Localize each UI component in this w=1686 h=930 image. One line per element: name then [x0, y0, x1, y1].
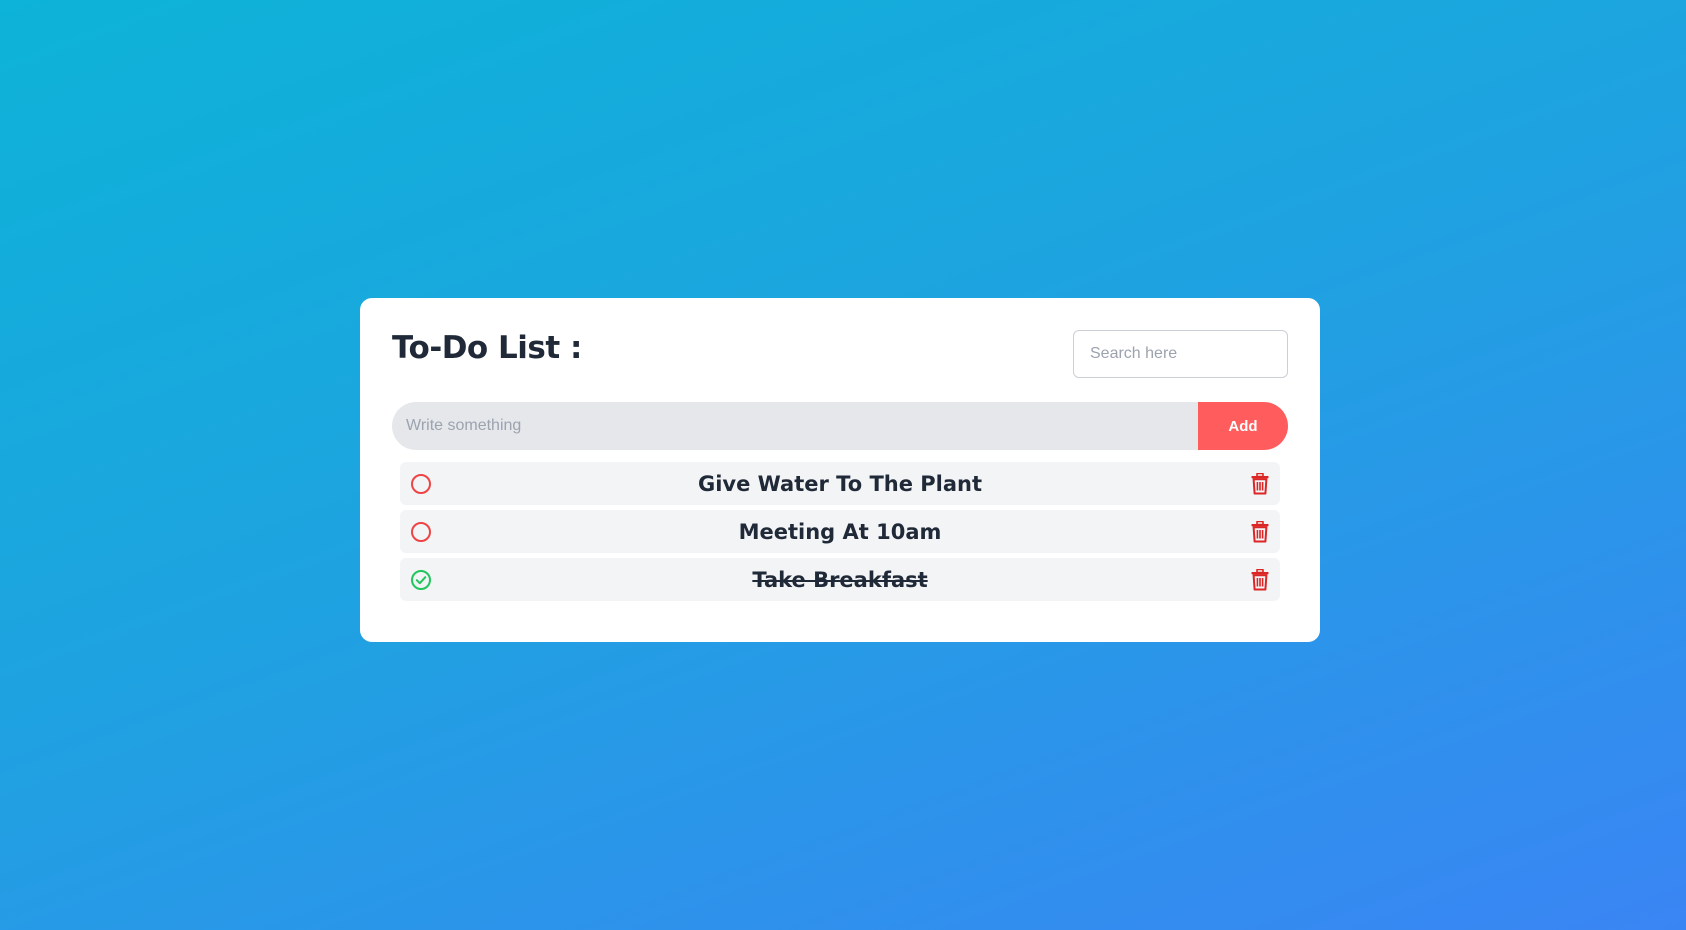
trash-icon[interactable] [1250, 472, 1270, 495]
new-task-input[interactable] [392, 402, 1198, 450]
task-item: Meeting At 10am [400, 510, 1280, 553]
task-text: Give Water To The Plant [697, 471, 983, 496]
search-input[interactable] [1073, 330, 1288, 378]
todo-card: To-Do List : Add Give Water To The Plant [360, 298, 1320, 642]
task-text: Take Breakfast [752, 567, 928, 592]
empty-circle-icon[interactable] [410, 473, 432, 495]
trash-icon[interactable] [1250, 520, 1270, 543]
task-list: Give Water To The Plant Meeting At 10am [400, 462, 1280, 606]
trash-icon[interactable] [1250, 568, 1270, 591]
add-button[interactable]: Add [1198, 402, 1288, 450]
add-task-form: Add [392, 402, 1288, 450]
task-item: Give Water To The Plant [400, 462, 1280, 505]
task-text: Meeting At 10am [738, 519, 942, 544]
page-title: To-Do List : [392, 330, 582, 366]
task-item-completed: Take Breakfast [400, 558, 1280, 601]
empty-circle-icon[interactable] [410, 521, 432, 543]
check-circle-icon[interactable] [410, 569, 432, 591]
